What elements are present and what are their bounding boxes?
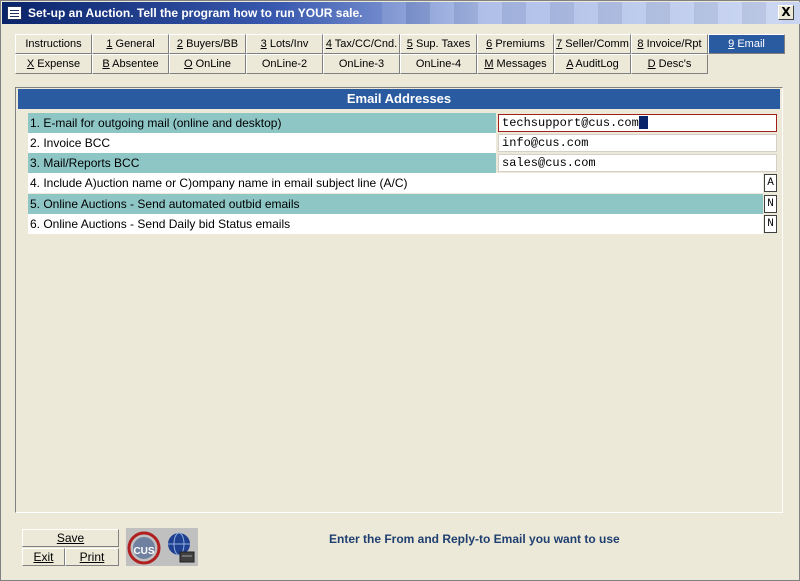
tab-label: Desc's	[655, 58, 692, 70]
tab-label: Buyers/BB	[183, 38, 239, 50]
tab-label: Absentee	[109, 58, 159, 70]
outbid-emails-input[interactable]: N	[764, 195, 777, 213]
tab-label: Expense	[34, 58, 81, 70]
row-label: 3. Mail/Reports BCC	[28, 153, 496, 173]
tab-label: Messages	[493, 58, 547, 70]
tab-label: Tax/CC/Cnd.	[331, 38, 398, 50]
print-button[interactable]: Print	[65, 548, 119, 566]
tab-row-2: X Expense B Absentee O OnLine OnLine-2 OnLin…	[15, 54, 708, 74]
tab-9-email[interactable]: 9 Email	[708, 34, 785, 54]
row-outbid-emails: 5. Online Auctions - Send automated outb…	[28, 194, 778, 214]
tab-8-invoice-rpt[interactable]: 8 Invoice/Rpt	[631, 34, 708, 54]
tab-label: OnLine-4	[415, 58, 462, 70]
row-daily-bid-status: 6. Online Auctions - Send Daily bid Stat…	[28, 214, 778, 234]
tab-7-seller-comm[interactable]: 7 Seller/Comm	[554, 34, 631, 54]
tab-online-2[interactable]: OnLine-2	[246, 54, 323, 74]
daily-bid-status-input[interactable]: N	[764, 215, 777, 233]
tab-label: Invoice/Rpt	[643, 38, 702, 50]
row-label: 2. Invoice BCC	[28, 133, 496, 153]
tab-1-general[interactable]: 1 General	[92, 34, 169, 54]
tab-label: Email	[734, 38, 765, 50]
tab-instructions[interactable]: Instructions	[15, 34, 92, 54]
tab-label: Premiums	[492, 38, 545, 50]
tab-label: Lots/Inv	[266, 38, 309, 50]
tab-m-messages[interactable]: M Messages	[477, 54, 554, 74]
tab-b-absentee[interactable]: B Absentee	[92, 54, 169, 74]
subject-line-option-input[interactable]: A	[764, 174, 777, 192]
text-cursor	[638, 116, 648, 130]
tab-online-4[interactable]: OnLine-4	[400, 54, 477, 74]
panel-header: Email Addresses	[18, 89, 780, 109]
tab-hotkey: A	[566, 58, 573, 70]
tab-hotkey: D	[647, 58, 656, 70]
close-button[interactable]: X	[778, 5, 794, 20]
app-window-icon	[7, 6, 22, 20]
outgoing-email-value: techsupport@cus.com	[502, 116, 639, 130]
tab-x-expense[interactable]: X Expense	[15, 54, 92, 74]
row-label: 5. Online Auctions - Send automated outb…	[28, 194, 763, 214]
tab-label: Sup. Taxes	[412, 38, 471, 50]
tab-5-sup-taxes[interactable]: 5 Sup. Taxes	[400, 34, 477, 54]
outgoing-email-input[interactable]: techsupport@cus.com	[498, 114, 777, 132]
tab-hotkey: B	[102, 58, 110, 70]
title-bar: Set-up an Auction. Tell the program how …	[2, 2, 800, 24]
row-mail-reports-bcc: 3. Mail/Reports BCC sales@cus.com	[28, 153, 778, 173]
exit-button-label: Exit	[33, 550, 54, 564]
tab-a-auditlog[interactable]: A AuditLog	[554, 54, 631, 74]
tab-label: OnLine-2	[261, 58, 308, 70]
tab-label: AuditLog	[572, 58, 619, 70]
save-button[interactable]: Save	[22, 529, 119, 547]
row-label: 1. E-mail for outgoing mail (online and …	[28, 113, 496, 133]
setup-auction-window: Set-up an Auction. Tell the program how …	[0, 0, 800, 581]
row-label: 6. Online Auctions - Send Daily bid Stat…	[28, 214, 763, 234]
tab-4-tax-cc-cnd[interactable]: 4 Tax/CC/Cnd.	[323, 34, 400, 54]
row-outgoing-email: 1. E-mail for outgoing mail (online and …	[28, 113, 778, 133]
status-message: Enter the From and Reply-to Email you wa…	[329, 532, 620, 546]
tab-label: Instructions	[25, 38, 82, 50]
tab-6-premiums[interactable]: 6 Premiums	[477, 34, 554, 54]
save-button-label: Save	[56, 531, 85, 545]
row-label: 4. Include A)uction name or C)ompany nam…	[28, 173, 763, 193]
window-title: Set-up an Auction. Tell the program how …	[28, 6, 363, 20]
tab-online-3[interactable]: OnLine-3	[323, 54, 400, 74]
tab-row-1: Instructions 1 General 2 Buyers/BB 3 Lots/I…	[15, 34, 785, 54]
tab-d-desc-s[interactable]: D Desc's	[631, 54, 708, 74]
tab-label: Seller/Comm	[562, 38, 629, 50]
tab-o-online[interactable]: O OnLine	[169, 54, 246, 74]
print-button-label: Print	[79, 550, 105, 564]
tab-3-lots-inv[interactable]: 3 Lots/Inv	[246, 34, 323, 54]
invoice-bcc-input[interactable]: info@cus.com	[498, 134, 777, 152]
title-bar-decoration	[382, 2, 782, 24]
tab-label: OnLine-3	[338, 58, 385, 70]
tab-label: General	[112, 38, 155, 50]
cus-logo: CUS	[126, 528, 162, 566]
tab-label: OnLine	[192, 58, 232, 70]
email-addresses-panel: Email Addresses 1. E-mail for outgoing m…	[15, 87, 783, 513]
cus-logo-text: CUS	[133, 546, 154, 557]
row-invoice-bcc: 2. Invoice BCC info@cus.com	[28, 133, 778, 153]
mail-reports-bcc-input[interactable]: sales@cus.com	[498, 154, 777, 172]
row-subject-line-option: 4. Include A)uction name or C)ompany nam…	[28, 173, 778, 193]
exit-button[interactable]: Exit	[22, 548, 65, 566]
tab-2-buyers-bb[interactable]: 2 Buyers/BB	[169, 34, 246, 54]
network-globe-icon	[162, 528, 198, 566]
tab-hotkey: O	[183, 58, 193, 70]
